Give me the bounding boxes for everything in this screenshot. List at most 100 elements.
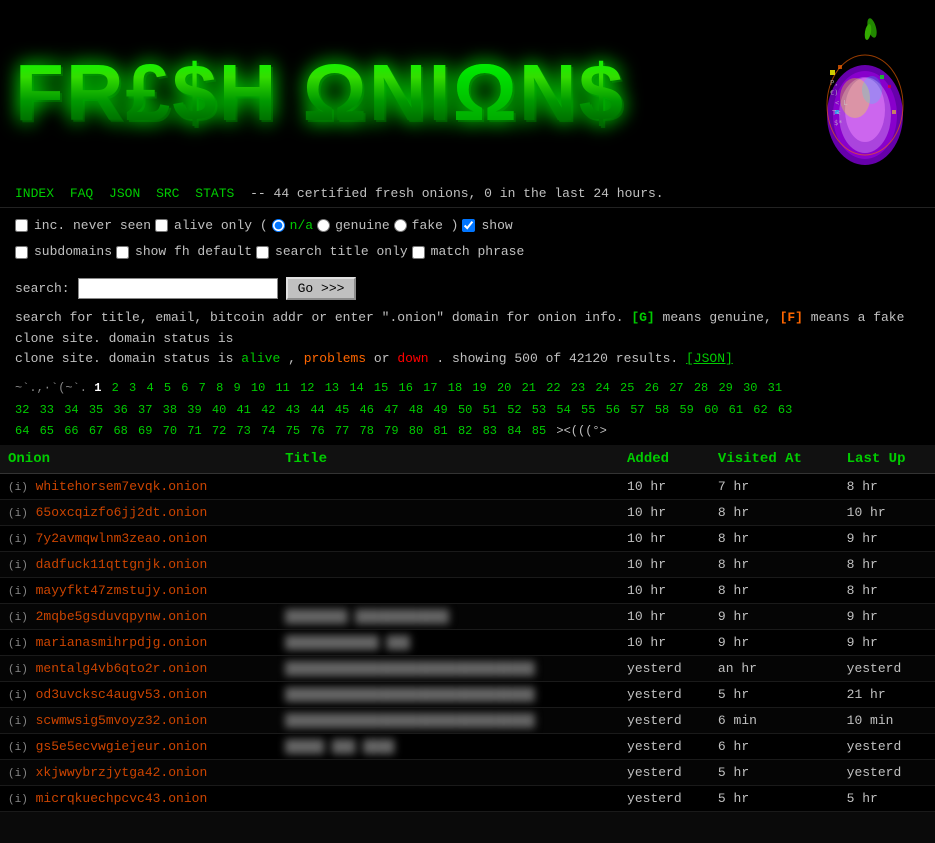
page-link-39[interactable]: 39 xyxy=(187,403,201,417)
info-link[interactable]: (i) xyxy=(8,716,28,728)
info-link[interactable]: (i) xyxy=(8,638,28,650)
page-link-52[interactable]: 52 xyxy=(507,403,521,417)
page-link-63[interactable]: 63 xyxy=(778,403,792,417)
page-link-74[interactable]: 74 xyxy=(261,424,275,438)
page-link-22[interactable]: 22 xyxy=(546,381,560,395)
info-link[interactable]: (i) xyxy=(8,534,28,546)
info-link[interactable]: (i) xyxy=(8,768,28,780)
page-link-80[interactable]: 80 xyxy=(409,424,423,438)
inc-never-seen-checkbox[interactable] xyxy=(15,219,28,232)
page-link-45[interactable]: 45 xyxy=(335,403,349,417)
page-link-19[interactable]: 19 xyxy=(472,381,486,395)
page-link-8[interactable]: 8 xyxy=(216,381,223,395)
nav-index[interactable]: INDEX xyxy=(15,186,54,201)
page-link-57[interactable]: 57 xyxy=(630,403,644,417)
nav-stats[interactable]: STATS xyxy=(195,186,234,201)
page-link-32[interactable]: 32 xyxy=(15,403,29,417)
page-link-56[interactable]: 56 xyxy=(606,403,620,417)
page-link-81[interactable]: 81 xyxy=(433,424,447,438)
page-link-77[interactable]: 77 xyxy=(335,424,349,438)
page-link-35[interactable]: 35 xyxy=(89,403,103,417)
page-link-79[interactable]: 79 xyxy=(384,424,398,438)
page-link-40[interactable]: 40 xyxy=(212,403,226,417)
page-link-3[interactable]: 3 xyxy=(129,381,136,395)
onion-address-link[interactable]: dadfuck11qttgnjk.onion xyxy=(28,557,207,572)
page-link-30[interactable]: 30 xyxy=(743,381,757,395)
show-fh-checkbox[interactable] xyxy=(116,246,129,259)
page-link-26[interactable]: 26 xyxy=(645,381,659,395)
nav-src[interactable]: SRC xyxy=(156,186,179,201)
page-link-58[interactable]: 58 xyxy=(655,403,669,417)
page-link-14[interactable]: 14 xyxy=(349,381,363,395)
page-link-84[interactable]: 84 xyxy=(507,424,521,438)
page-link-38[interactable]: 38 xyxy=(163,403,177,417)
page-link-72[interactable]: 72 xyxy=(212,424,226,438)
page-link-51[interactable]: 51 xyxy=(483,403,497,417)
page-link-21[interactable]: 21 xyxy=(522,381,536,395)
onion-address-link[interactable]: scwmwsig5mvoyz32.onion xyxy=(28,713,207,728)
page-link-31[interactable]: 31 xyxy=(768,381,782,395)
radio-genuine-input[interactable] xyxy=(317,219,330,232)
page-link-66[interactable]: 66 xyxy=(64,424,78,438)
nav-json[interactable]: JSON xyxy=(109,186,140,201)
page-link-43[interactable]: 43 xyxy=(286,403,300,417)
page-link-70[interactable]: 70 xyxy=(163,424,177,438)
page-link-34[interactable]: 34 xyxy=(64,403,78,417)
page-link-47[interactable]: 47 xyxy=(384,403,398,417)
page-link-27[interactable]: 27 xyxy=(669,381,683,395)
radio-na-input[interactable] xyxy=(272,219,285,232)
nav-faq[interactable]: FAQ xyxy=(70,186,93,201)
page-link-69[interactable]: 69 xyxy=(138,424,152,438)
info-link[interactable]: (i) xyxy=(8,742,28,754)
onion-address-link[interactable]: gs5e5ecvwgiejeur.onion xyxy=(28,739,207,754)
page-link-15[interactable]: 15 xyxy=(374,381,388,395)
onion-address-link[interactable]: 2mqbe5gsduvqpynw.onion xyxy=(28,609,207,624)
page-link-9[interactable]: 9 xyxy=(233,381,240,395)
page-link-60[interactable]: 60 xyxy=(704,403,718,417)
page-link-67[interactable]: 67 xyxy=(89,424,103,438)
match-phrase-checkbox[interactable] xyxy=(412,246,425,259)
page-link-71[interactable]: 71 xyxy=(187,424,201,438)
page-link-12[interactable]: 12 xyxy=(300,381,314,395)
page-link-6[interactable]: 6 xyxy=(181,381,188,395)
page-link-76[interactable]: 76 xyxy=(310,424,324,438)
page-link-11[interactable]: 11 xyxy=(275,381,289,395)
json-results-link[interactable]: [JSON] xyxy=(686,351,733,366)
page-link-13[interactable]: 13 xyxy=(325,381,339,395)
page-link-61[interactable]: 61 xyxy=(729,403,743,417)
info-link[interactable]: (i) xyxy=(8,508,28,520)
page-link-55[interactable]: 55 xyxy=(581,403,595,417)
page-link-65[interactable]: 65 xyxy=(40,424,54,438)
page-link-29[interactable]: 29 xyxy=(718,381,732,395)
page-link-59[interactable]: 59 xyxy=(679,403,693,417)
subdomains-checkbox[interactable] xyxy=(15,246,28,259)
page-link-4[interactable]: 4 xyxy=(146,381,153,395)
info-link[interactable]: (i) xyxy=(8,690,28,702)
page-link-46[interactable]: 46 xyxy=(360,403,374,417)
page-link-68[interactable]: 68 xyxy=(113,424,127,438)
page-link-42[interactable]: 42 xyxy=(261,403,275,417)
onion-address-link[interactable]: micrqkuechpcvc43.onion xyxy=(28,791,207,806)
page-link-82[interactable]: 82 xyxy=(458,424,472,438)
page-link-62[interactable]: 62 xyxy=(753,403,767,417)
page-link-44[interactable]: 44 xyxy=(310,403,324,417)
onion-address-link[interactable]: marianasmihrpdjg.onion xyxy=(28,635,207,650)
page-link-28[interactable]: 28 xyxy=(694,381,708,395)
page-link-16[interactable]: 16 xyxy=(399,381,413,395)
page-link-24[interactable]: 24 xyxy=(595,381,609,395)
page-link-64[interactable]: 64 xyxy=(15,424,29,438)
page-link-7[interactable]: 7 xyxy=(199,381,206,395)
info-link[interactable]: (i) xyxy=(8,794,28,806)
page-link-53[interactable]: 53 xyxy=(532,403,546,417)
page-link-41[interactable]: 41 xyxy=(236,403,250,417)
info-link[interactable]: (i) xyxy=(8,482,28,494)
search-button[interactable]: Go >>> xyxy=(286,277,357,300)
page-link-33[interactable]: 33 xyxy=(40,403,54,417)
onion-address-link[interactable]: xkjwwybrzjytga42.onion xyxy=(28,765,207,780)
page-link-85[interactable]: 85 xyxy=(532,424,546,438)
alive-only-checkbox[interactable] xyxy=(155,219,168,232)
page-link-23[interactable]: 23 xyxy=(571,381,585,395)
info-link[interactable]: (i) xyxy=(8,664,28,676)
info-link[interactable]: (i) xyxy=(8,560,28,572)
page-link-25[interactable]: 25 xyxy=(620,381,634,395)
